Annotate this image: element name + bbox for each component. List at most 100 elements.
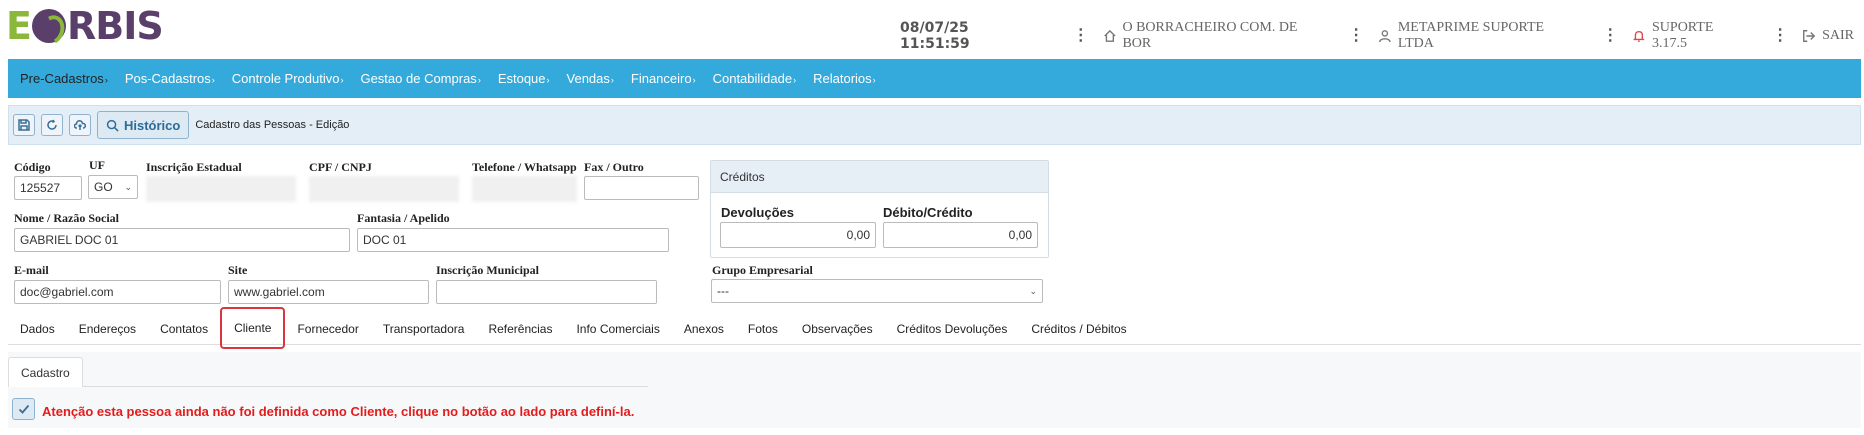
uf-select[interactable]: GO ⌄ (88, 175, 138, 199)
debito-credito-field[interactable]: 0,00 (883, 222, 1038, 248)
more-icon[interactable]: ⋮ (1602, 28, 1618, 44)
save-icon (18, 119, 30, 131)
chevron-right-icon: › (477, 75, 481, 85)
nav-item-pos-cadastros[interactable]: Pos-Cadastros› (125, 71, 215, 86)
nav-item-vendas[interactable]: Vendas› (567, 71, 614, 86)
codigo-field[interactable]: 125527 (14, 176, 82, 200)
more-icon[interactable]: ⋮ (1073, 28, 1089, 44)
chevron-right-icon: › (610, 75, 614, 85)
company-selector[interactable]: O BORRACHEIRO COM. DE BOR (1103, 20, 1326, 52)
refresh-icon (47, 119, 57, 130)
tab-info-comerciais[interactable]: Info Comerciais (564, 313, 671, 345)
tab-contatos[interactable]: Contatos (148, 313, 220, 345)
nav-label: Gestao de Compras (360, 71, 477, 86)
fantasia-label: Fantasia / Apelido (357, 211, 450, 225)
more-icon[interactable]: ⋮ (1772, 28, 1788, 44)
nav-item-financeiro[interactable]: Financeiro› (631, 71, 696, 86)
nav-item-controle-produtivo[interactable]: Controle Produtivo› (232, 71, 344, 86)
tab-referencias[interactable]: Referências (476, 313, 564, 345)
chevron-right-icon: › (872, 75, 876, 85)
chevron-down-icon: ⌄ (124, 181, 132, 192)
logo-text: RBIS (66, 4, 164, 48)
fax-label: Fax / Outro (584, 160, 644, 174)
uf-value: GO (94, 180, 113, 194)
toolbar: Histórico Cadastro das Pessoas - Edição (8, 105, 1861, 145)
tab-dados[interactable]: Dados (8, 313, 67, 345)
nav-item-contabilidade[interactable]: Contabilidade› (713, 71, 797, 86)
check-icon (18, 404, 29, 414)
define-client-button[interactable] (12, 398, 35, 420)
nav-label: Pre-Cadastros (20, 71, 104, 86)
grupo-empresarial-select[interactable]: --- ⌄ (711, 279, 1043, 303)
nav-item-relatorios[interactable]: Relatorios› (813, 71, 876, 86)
nav-label: Controle Produtivo (231, 71, 340, 86)
chevron-right-icon: › (340, 75, 344, 85)
cpf-cnpj-field[interactable] (309, 176, 459, 202)
subtab-cadastro[interactable]: Cadastro (8, 357, 83, 387)
company-name: O BORRACHEIRO COM. DE BOR (1122, 20, 1298, 51)
tab-fotos[interactable]: Fotos (736, 313, 790, 345)
nav-label: Relatorios (813, 71, 872, 86)
email-label: E-mail (14, 263, 49, 277)
site-value: www.gabriel.com (234, 285, 325, 299)
more-icon[interactable]: ⋮ (1348, 28, 1364, 44)
credits-title: Créditos (711, 161, 1048, 193)
tab-enderecos[interactable]: Endereços (67, 313, 148, 345)
nome-value: GABRIEL DOC 01 (20, 233, 119, 247)
nav-item-estoque[interactable]: Estoque› (498, 71, 550, 86)
fantasia-field[interactable]: DOC 01 (357, 228, 669, 252)
debito-credito-label: Débito/Crédito (883, 205, 973, 220)
inscricao-estadual-label: Inscrição Estadual (146, 160, 242, 174)
cpf-cnpj-label: CPF / CNPJ (309, 160, 372, 174)
user-name: METAPRIME SUPORTE LTDA (1397, 20, 1545, 51)
logo-globe-icon (31, 9, 66, 43)
support-version: SUPORTE 3.17.5 (1652, 20, 1714, 51)
tab-bar: Dados Endereços Contatos Cliente Fornece… (8, 306, 1861, 349)
tab-creditos-devolucoes[interactable]: Créditos Devoluções (885, 313, 1020, 345)
tab-cliente[interactable]: Cliente (220, 306, 286, 349)
codigo-label: Código (14, 160, 51, 174)
fantasia-value: DOC 01 (363, 233, 407, 247)
telefone-label: Telefone / Whatsapp (472, 160, 577, 174)
warning-message: Atenção esta pessoa ainda não foi defini… (42, 404, 635, 419)
tab-observacoes[interactable]: Observações (790, 313, 885, 345)
nome-field[interactable]: GABRIEL DOC 01 (14, 228, 350, 252)
nav-item-pre-cadastros[interactable]: Pre-Cadastros› (20, 71, 108, 86)
tab-creditos-debitos[interactable]: Créditos / Débitos (1019, 313, 1138, 345)
nav-label: Estoque (497, 71, 546, 86)
support-menu[interactable]: SUPORTE 3.17.5 (1632, 20, 1750, 52)
nav-label: Vendas (566, 71, 610, 86)
nav-label: Pos-Cadastros (124, 71, 211, 86)
uf-label: UF (89, 158, 105, 172)
devolucoes-field[interactable]: 0,00 (720, 222, 876, 248)
history-button[interactable]: Histórico (97, 111, 190, 139)
site-field[interactable]: www.gabriel.com (228, 280, 429, 304)
search-icon (106, 119, 119, 132)
telefone-field[interactable] (472, 176, 577, 202)
save-button[interactable] (13, 114, 35, 136)
nav-label: Contabilidade (712, 71, 793, 86)
user-icon (1379, 30, 1391, 43)
inscricao-estadual-field[interactable] (146, 176, 296, 202)
top-bar: 08/07/25 11:51:59 ⋮ O BORRACHEIRO COM. D… (900, 20, 1864, 52)
email-field[interactable]: doc@gabriel.com (14, 280, 221, 304)
devolucoes-value: 0,00 (846, 228, 870, 242)
tab-anexos[interactable]: Anexos (672, 313, 736, 345)
grupo-empresarial-value: --- (717, 284, 729, 298)
refresh-button[interactable] (41, 114, 63, 136)
user-menu[interactable]: METAPRIME SUPORTE LTDA (1378, 20, 1580, 52)
logout-button[interactable]: SAIR (1802, 28, 1854, 44)
inscricao-municipal-field[interactable] (436, 280, 657, 304)
main-nav: Pre-Cadastros› Pos-Cadastros› Controle P… (8, 59, 1861, 98)
nav-label: Financeiro (630, 71, 692, 86)
tab-fornecedor[interactable]: Fornecedor (285, 313, 370, 345)
devolucoes-label: Devoluções (721, 205, 794, 220)
bell-icon (1633, 31, 1646, 42)
fax-field[interactable] (584, 176, 699, 200)
chevron-right-icon: › (546, 75, 550, 85)
tab-transportadora[interactable]: Transportadora (371, 313, 477, 345)
nav-item-gestao-compras[interactable]: Gestao de Compras› (360, 71, 480, 86)
upload-button[interactable] (69, 114, 91, 136)
debito-credito-value: 0,00 (1008, 228, 1032, 242)
grupo-empresarial-label: Grupo Empresarial (712, 263, 813, 277)
